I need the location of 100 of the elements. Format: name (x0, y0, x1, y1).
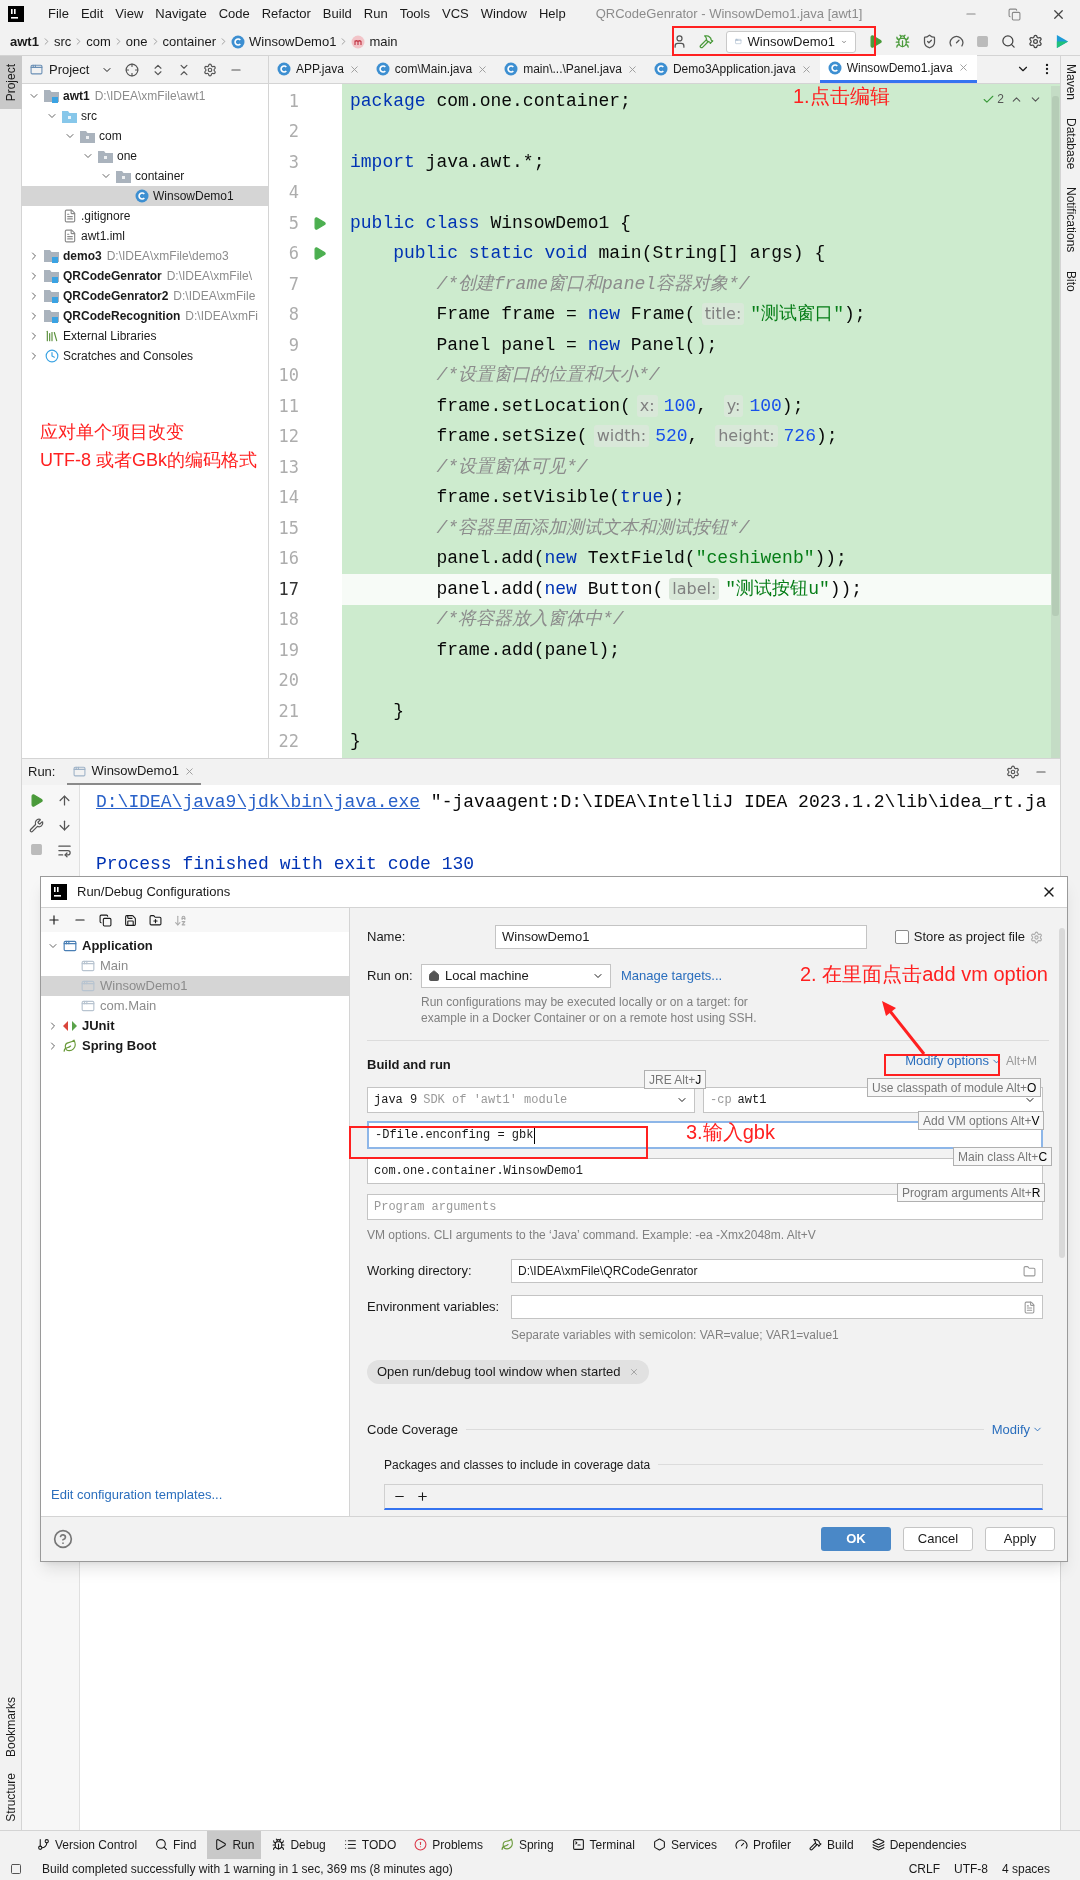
tree-item[interactable]: .gitignore (22, 206, 268, 226)
modify-link[interactable]: Modify (991, 1420, 1043, 1440)
restore-icon[interactable] (1008, 7, 1021, 21)
editor-tab[interactable]: Demo3Application.java (645, 55, 820, 83)
tool-window-tab[interactable]: Dependencies (864, 1830, 974, 1859)
tree-item[interactable]: QRCodeGenrator2 D:\IDEA\xmFile (22, 286, 268, 306)
breadcrumb-item[interactable]: container (162, 31, 216, 52)
close-tab-icon[interactable] (348, 63, 360, 75)
status-item[interactable]: CRLF (908, 1860, 940, 1878)
coverage-icon[interactable] (922, 34, 937, 49)
dialog-button[interactable]: Cancel (903, 1527, 973, 1551)
menu-item[interactable]: Edit (74, 1, 110, 27)
console-link[interactable]: D:\IDEA\java9\jdk\bin\java.exe (96, 789, 421, 816)
run-icon[interactable] (868, 34, 883, 49)
run-configuration-dropdown[interactable]: WinsowDemo1 (726, 30, 856, 53)
menu-item[interactable]: View (109, 1, 150, 27)
status-item[interactable]: 4 spaces (1001, 1860, 1050, 1878)
configuration-item[interactable]: com.Main (41, 996, 349, 1016)
tool-window-tab[interactable]: Find (148, 1830, 204, 1859)
run-gutter-icon[interactable] (311, 215, 327, 231)
modify-options-link[interactable]: Modify options (905, 1051, 1002, 1071)
up-icon[interactable] (57, 793, 73, 808)
tool-window-tab[interactable]: Version Control (30, 1830, 145, 1859)
console-tab[interactable]: WinsowDemo1 (67, 759, 201, 785)
run-on-dropdown[interactable]: Local machine (421, 964, 611, 988)
breadcrumb-item[interactable]: main (369, 31, 398, 52)
settings-icon[interactable] (203, 62, 218, 77)
manage-targets-link[interactable]: Manage targets... (621, 966, 723, 986)
environment-variables-field[interactable] (511, 1295, 1043, 1319)
tool-window-tab[interactable]: Services (645, 1830, 724, 1859)
sort-icon[interactable] (174, 913, 187, 927)
inspection-count[interactable]: 2 (997, 90, 1004, 108)
editor-tab[interactable]: WinsowDemo1.java (819, 55, 977, 83)
option-chip[interactable]: Open run/debug tool window when started (367, 1360, 649, 1384)
breadcrumb-item[interactable]: awt1 (10, 31, 39, 52)
tree-item[interactable]: awt1.iml (22, 226, 268, 246)
build-hammer-icon[interactable] (699, 34, 714, 49)
editor-tab[interactable]: main\...\Panel.java (496, 55, 646, 83)
panel-title[interactable]: Project (49, 59, 90, 80)
wrap-icon[interactable] (57, 843, 73, 858)
menu-item[interactable]: Refactor (255, 1, 317, 27)
tool-window-button[interactable]: Project (0, 56, 22, 110)
profile-icon[interactable] (949, 34, 964, 49)
copy-icon[interactable] (99, 913, 112, 927)
tool-window-button[interactable]: Bookmarks (0, 1689, 22, 1766)
working-directory-field[interactable]: D:\IDEA\xmFile\QRCodeGenrator (511, 1259, 1043, 1283)
scrollbar[interactable] (1059, 928, 1065, 1258)
tool-window-tab[interactable]: Build (802, 1830, 861, 1859)
configuration-item[interactable]: Spring Boot (41, 1036, 349, 1056)
search-icon[interactable] (1001, 34, 1016, 49)
tool-window-tab[interactable]: Profiler (728, 1830, 798, 1859)
tree-item[interactable]: com (22, 126, 268, 146)
rerun-icon[interactable] (28, 793, 44, 808)
menu-item[interactable]: File (42, 1, 75, 27)
add-icon[interactable] (416, 1489, 429, 1503)
close-tab-icon[interactable] (626, 63, 638, 75)
user-icon[interactable] (672, 34, 687, 49)
new-folder-icon[interactable] (149, 913, 162, 927)
run-gutter-icon[interactable] (311, 246, 327, 262)
menu-item[interactable]: Window (474, 1, 533, 27)
configuration-item[interactable]: Application (41, 936, 349, 956)
settings-icon[interactable] (1028, 34, 1043, 49)
editor-tab[interactable]: APP.java (269, 55, 368, 83)
jre-dropdown[interactable]: java 9 SDK of 'awt1' module (367, 1087, 695, 1113)
panel-toggle-icon[interactable] (10, 1863, 22, 1875)
edit-templates-link[interactable]: Edit configuration templates... (41, 1484, 349, 1516)
name-field[interactable]: WinsowDemo1 (495, 925, 867, 949)
menu-item[interactable]: Code (212, 1, 256, 27)
tree-item[interactable]: demo3 D:\IDEA\xmFile\demo3 (22, 246, 268, 266)
tool-window-tab[interactable]: TODO (336, 1830, 404, 1859)
menu-item[interactable]: Help (532, 1, 572, 27)
dialog-button[interactable]: OK (821, 1527, 891, 1551)
menu-item[interactable]: Navigate (149, 1, 213, 27)
tool-window-tab[interactable]: Spring (493, 1830, 561, 1859)
menu-item[interactable]: Build (316, 1, 358, 27)
menu-item[interactable]: Run (357, 1, 394, 27)
checkbox[interactable] (894, 930, 909, 944)
tree-item[interactable]: External Libraries (22, 326, 268, 346)
breadcrumb-item[interactable]: src (53, 31, 72, 52)
folder-icon[interactable] (1023, 1264, 1036, 1278)
tool-window-button[interactable]: Maven (1061, 60, 1080, 105)
close-tab-icon[interactable] (477, 63, 489, 75)
tool-window-tab[interactable]: Run (207, 1830, 262, 1859)
tree-item[interactable]: Scratches and Consoles (22, 346, 268, 366)
dialog-button[interactable]: Apply (985, 1527, 1055, 1551)
settings-icon[interactable] (1006, 765, 1020, 779)
tool-window-tab[interactable]: Debug (265, 1830, 333, 1859)
tree-item[interactable]: src (22, 106, 268, 126)
breadcrumb-item[interactable]: WinsowDemo1 (249, 31, 337, 52)
configuration-item[interactable]: Main (41, 956, 349, 976)
save-icon[interactable] (124, 913, 137, 927)
plugin-logo-icon[interactable] (1055, 34, 1070, 49)
close-tab-icon[interactable] (183, 765, 195, 777)
debug-icon[interactable] (895, 34, 910, 49)
editor-tab[interactable]: com\Main.java (367, 55, 497, 83)
tool-window-button[interactable]: Database (1061, 114, 1080, 174)
help-icon[interactable] (53, 1529, 73, 1549)
menu-item[interactable]: VCS (436, 1, 475, 27)
tree-item[interactable]: WinsowDemo1 (22, 186, 268, 206)
tool-window-tab[interactable]: Terminal (564, 1830, 642, 1859)
